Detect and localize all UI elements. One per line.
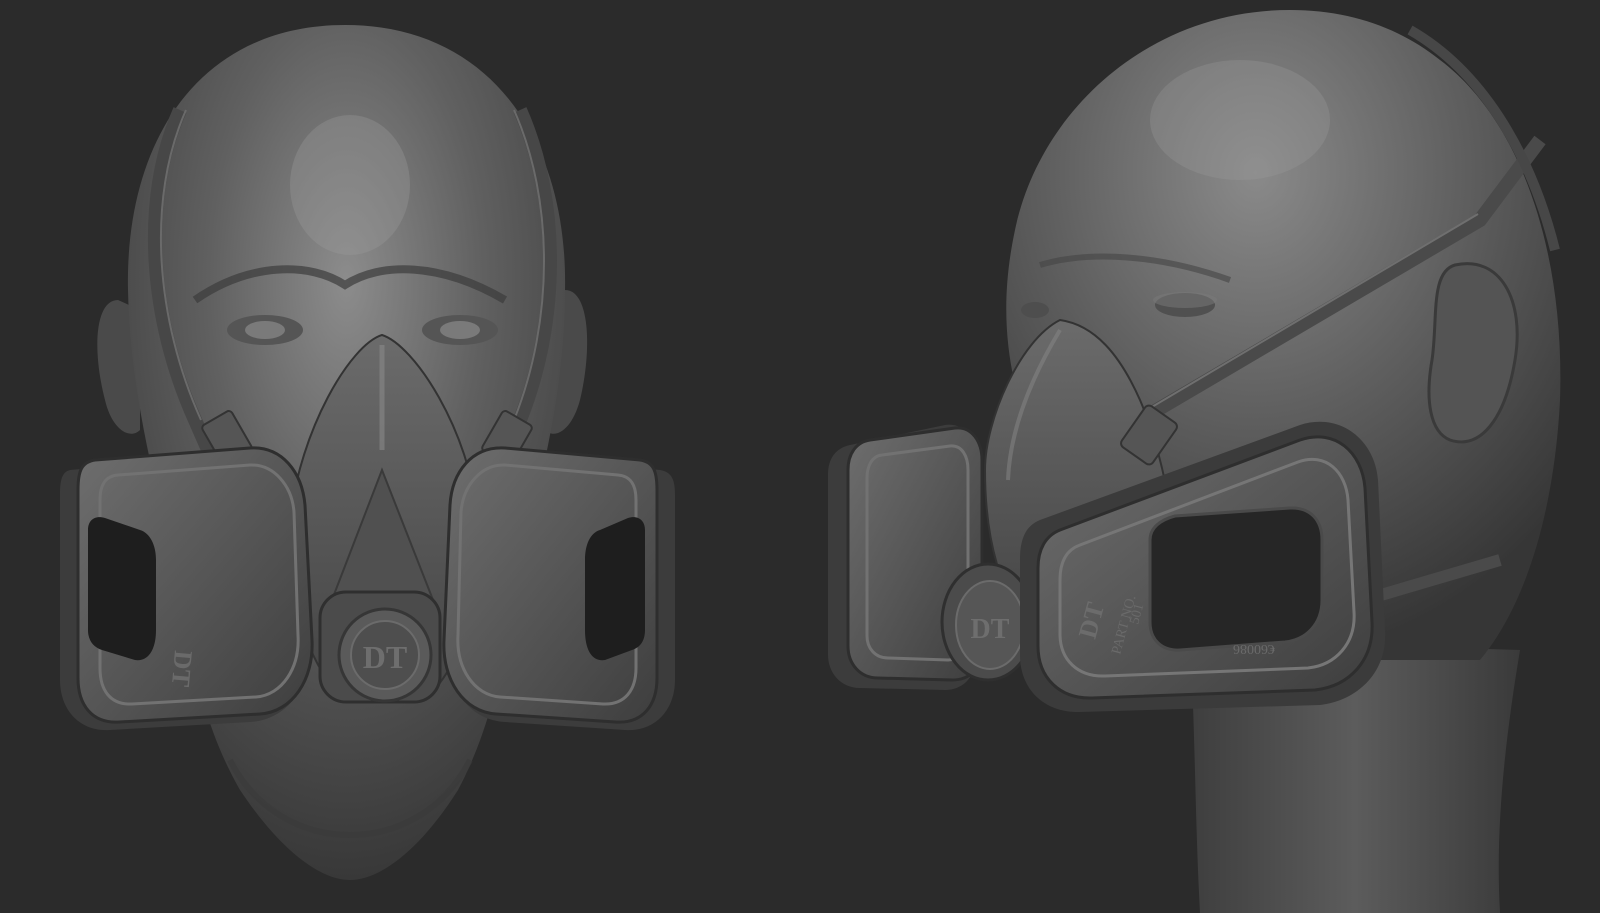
left-cartridge-opening — [88, 517, 156, 661]
sculpt-render: DT DT DT DT PART NO. 501 €60086 — [60, 10, 1561, 913]
cartridge-code: €60086 — [1233, 641, 1275, 656]
front-view-head: DT DT — [60, 25, 675, 880]
far-eye — [1021, 302, 1049, 318]
side-view-head: DT DT PART NO. 501 €60086 — [828, 10, 1561, 913]
left-cartridge-logo: DT — [166, 649, 198, 688]
side-eye-lid — [1153, 292, 1217, 308]
front-exhalation-valve: DT — [318, 590, 442, 704]
forehead-highlight — [290, 115, 410, 255]
render-canvas: DT DT DT DT PART NO. 501 €60086 — [0, 0, 1600, 913]
skull-highlight — [1150, 60, 1330, 180]
front-right-cartridge — [442, 446, 675, 731]
left-eye-ball — [245, 321, 285, 339]
right-cartridge-opening — [585, 517, 645, 661]
right-eye-ball — [440, 321, 480, 339]
front-valve-logo: DT — [363, 639, 407, 675]
front-left-cartridge: DT — [60, 446, 314, 731]
near-cartridge-opening — [1148, 506, 1324, 652]
side-valve-logo: DT — [971, 614, 1010, 645]
